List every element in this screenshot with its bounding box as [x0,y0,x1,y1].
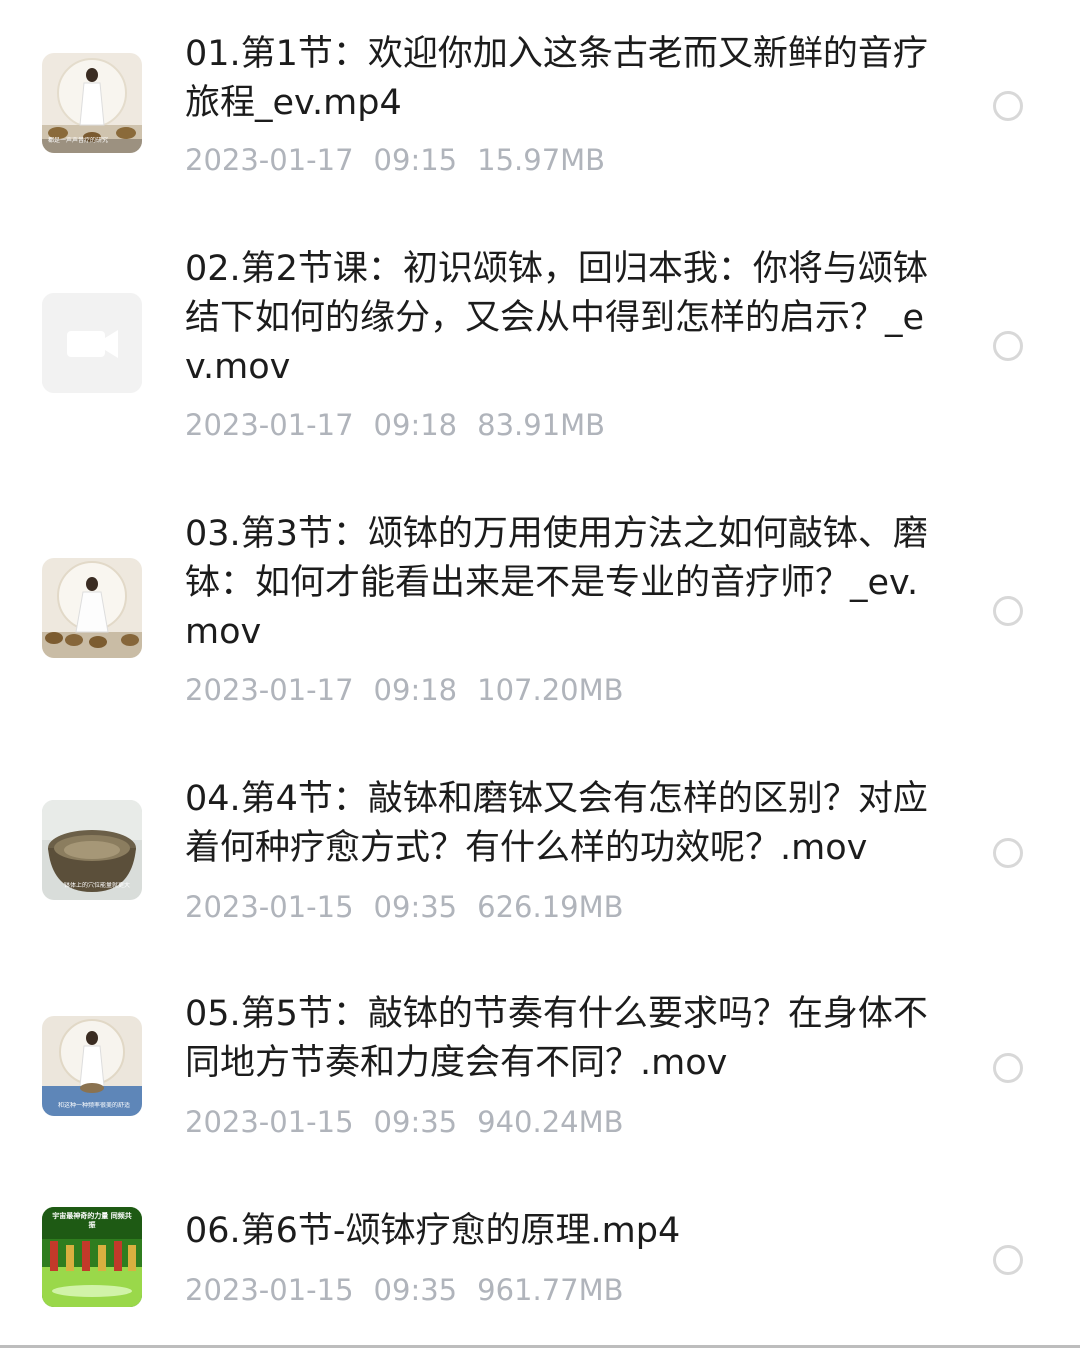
file-time: 09:18 [373,408,458,442]
file-size: 15.97MB [477,143,606,177]
file-row-05[interactable]: 和这种一种频率很美的舒适 05.第5节：敲钵的节奏有什么要求吗？在身体不同地方节… [0,955,1080,1175]
thumb-caption: 都是一声声音疗的研究 [48,137,109,144]
file-date: 2023-01-15 [185,1105,354,1139]
video-thumbnail-green-bowls-banner: 宇宙最神奇的力量 同频共振 [42,1207,142,1307]
thumb-caption: 钵体上的穴位能量就更大 [64,882,131,889]
thumb-caption: 和这种一种频率很美的舒适 [58,1102,131,1109]
file-name: 05.第5节：敲钵的节奏有什么要求吗？在身体不同地方节奏和力度会有不同？.mov [185,994,928,1083]
file-date: 2023-01-15 [185,890,354,924]
file-meta: 2023-01-15 09:35 961.77MB [185,1272,644,1308]
thumb-caption: 宇宙最神奇的力量 同频共振 [52,1212,132,1229]
file-date: 2023-01-15 [185,1273,354,1307]
video-thumbnail-bowl-on-body: 和这种一种频率很美的舒适 [42,1016,142,1116]
file-meta: 2023-01-17 09:18 83.91MB [185,407,625,443]
file-time: 09:18 [373,673,458,707]
file-name: 01.第1节：欢迎你加入这条古老而又新鲜的音疗旅程_ev.mp4 [185,34,928,123]
file-row-01[interactable]: 都是一声声音疗的研究 01.第1节：欢迎你加入这条古老而又新鲜的音疗旅程_ev.… [0,0,1080,210]
file-time: 09:15 [373,143,458,177]
file-row-02[interactable]: 02.第2节课：初识颂钵，回归本我：你将与颂钵结下如何的缘分，又会从中得到怎样的… [0,210,1080,475]
file-date: 2023-01-17 [185,673,354,707]
video-thumbnail-singing-bowl-closeup: 钵体上的穴位能量就更大 [42,800,142,900]
file-size: 940.24MB [477,1105,624,1139]
file-meta: 2023-01-15 09:35 626.19MB [185,889,644,925]
file-row-03[interactable]: 03.第3节：颂钵的万用使用方法之如何敲钵、磨钵：如何才能看出来是不是专业的音疗… [0,475,1080,740]
file-meta: 2023-01-17 09:15 15.97MB [185,142,625,178]
file-time: 09:35 [373,890,458,924]
file-size: 83.91MB [477,408,606,442]
file-name: 02.第2节课：初识颂钵，回归本我：你将与颂钵结下如何的缘分，又会从中得到怎样的… [185,249,928,387]
select-radio[interactable] [993,91,1023,121]
file-time: 09:35 [373,1273,458,1307]
select-radio[interactable] [993,331,1023,361]
video-camera-placeholder-icon [42,293,142,393]
file-size: 626.19MB [477,890,624,924]
file-size: 107.20MB [477,673,624,707]
file-date: 2023-01-17 [185,408,354,442]
select-radio[interactable] [993,1245,1023,1275]
file-name: 03.第3节：颂钵的万用使用方法之如何敲钵、磨钵：如何才能看出来是不是专业的音疗… [185,514,928,652]
select-radio[interactable] [993,838,1023,868]
file-time: 09:35 [373,1105,458,1139]
file-name: 04.第4节：敲钵和磨钵又会有怎样的区别？对应着何种疗愈方式？有什么样的功效呢？… [185,779,928,868]
file-date: 2023-01-17 [185,143,354,177]
file-row-06[interactable]: 宇宙最神奇的力量 同频共振 06.第6节-颂钵疗愈的原理.mp4 2023-01… [0,1175,1080,1345]
file-row-04[interactable]: 钵体上的穴位能量就更大 04.第4节：敲钵和磨钵又会有怎样的区别？对应着何种疗愈… [0,740,1080,955]
file-meta: 2023-01-15 09:35 940.24MB [185,1104,644,1140]
file-list: 都是一声声音疗的研究 01.第1节：欢迎你加入这条古老而又新鲜的音疗旅程_ev.… [0,0,1080,1348]
file-meta: 2023-01-17 09:18 107.20MB [185,672,644,708]
video-thumbnail-woman-bowls [42,558,142,658]
select-radio[interactable] [993,1053,1023,1083]
select-radio[interactable] [993,596,1023,626]
file-name: 06.第6节-颂钵疗愈的原理.mp4 [185,1211,681,1251]
video-thumbnail-woman-bowls: 都是一声声音疗的研究 [42,53,142,153]
file-size: 961.77MB [477,1273,624,1307]
